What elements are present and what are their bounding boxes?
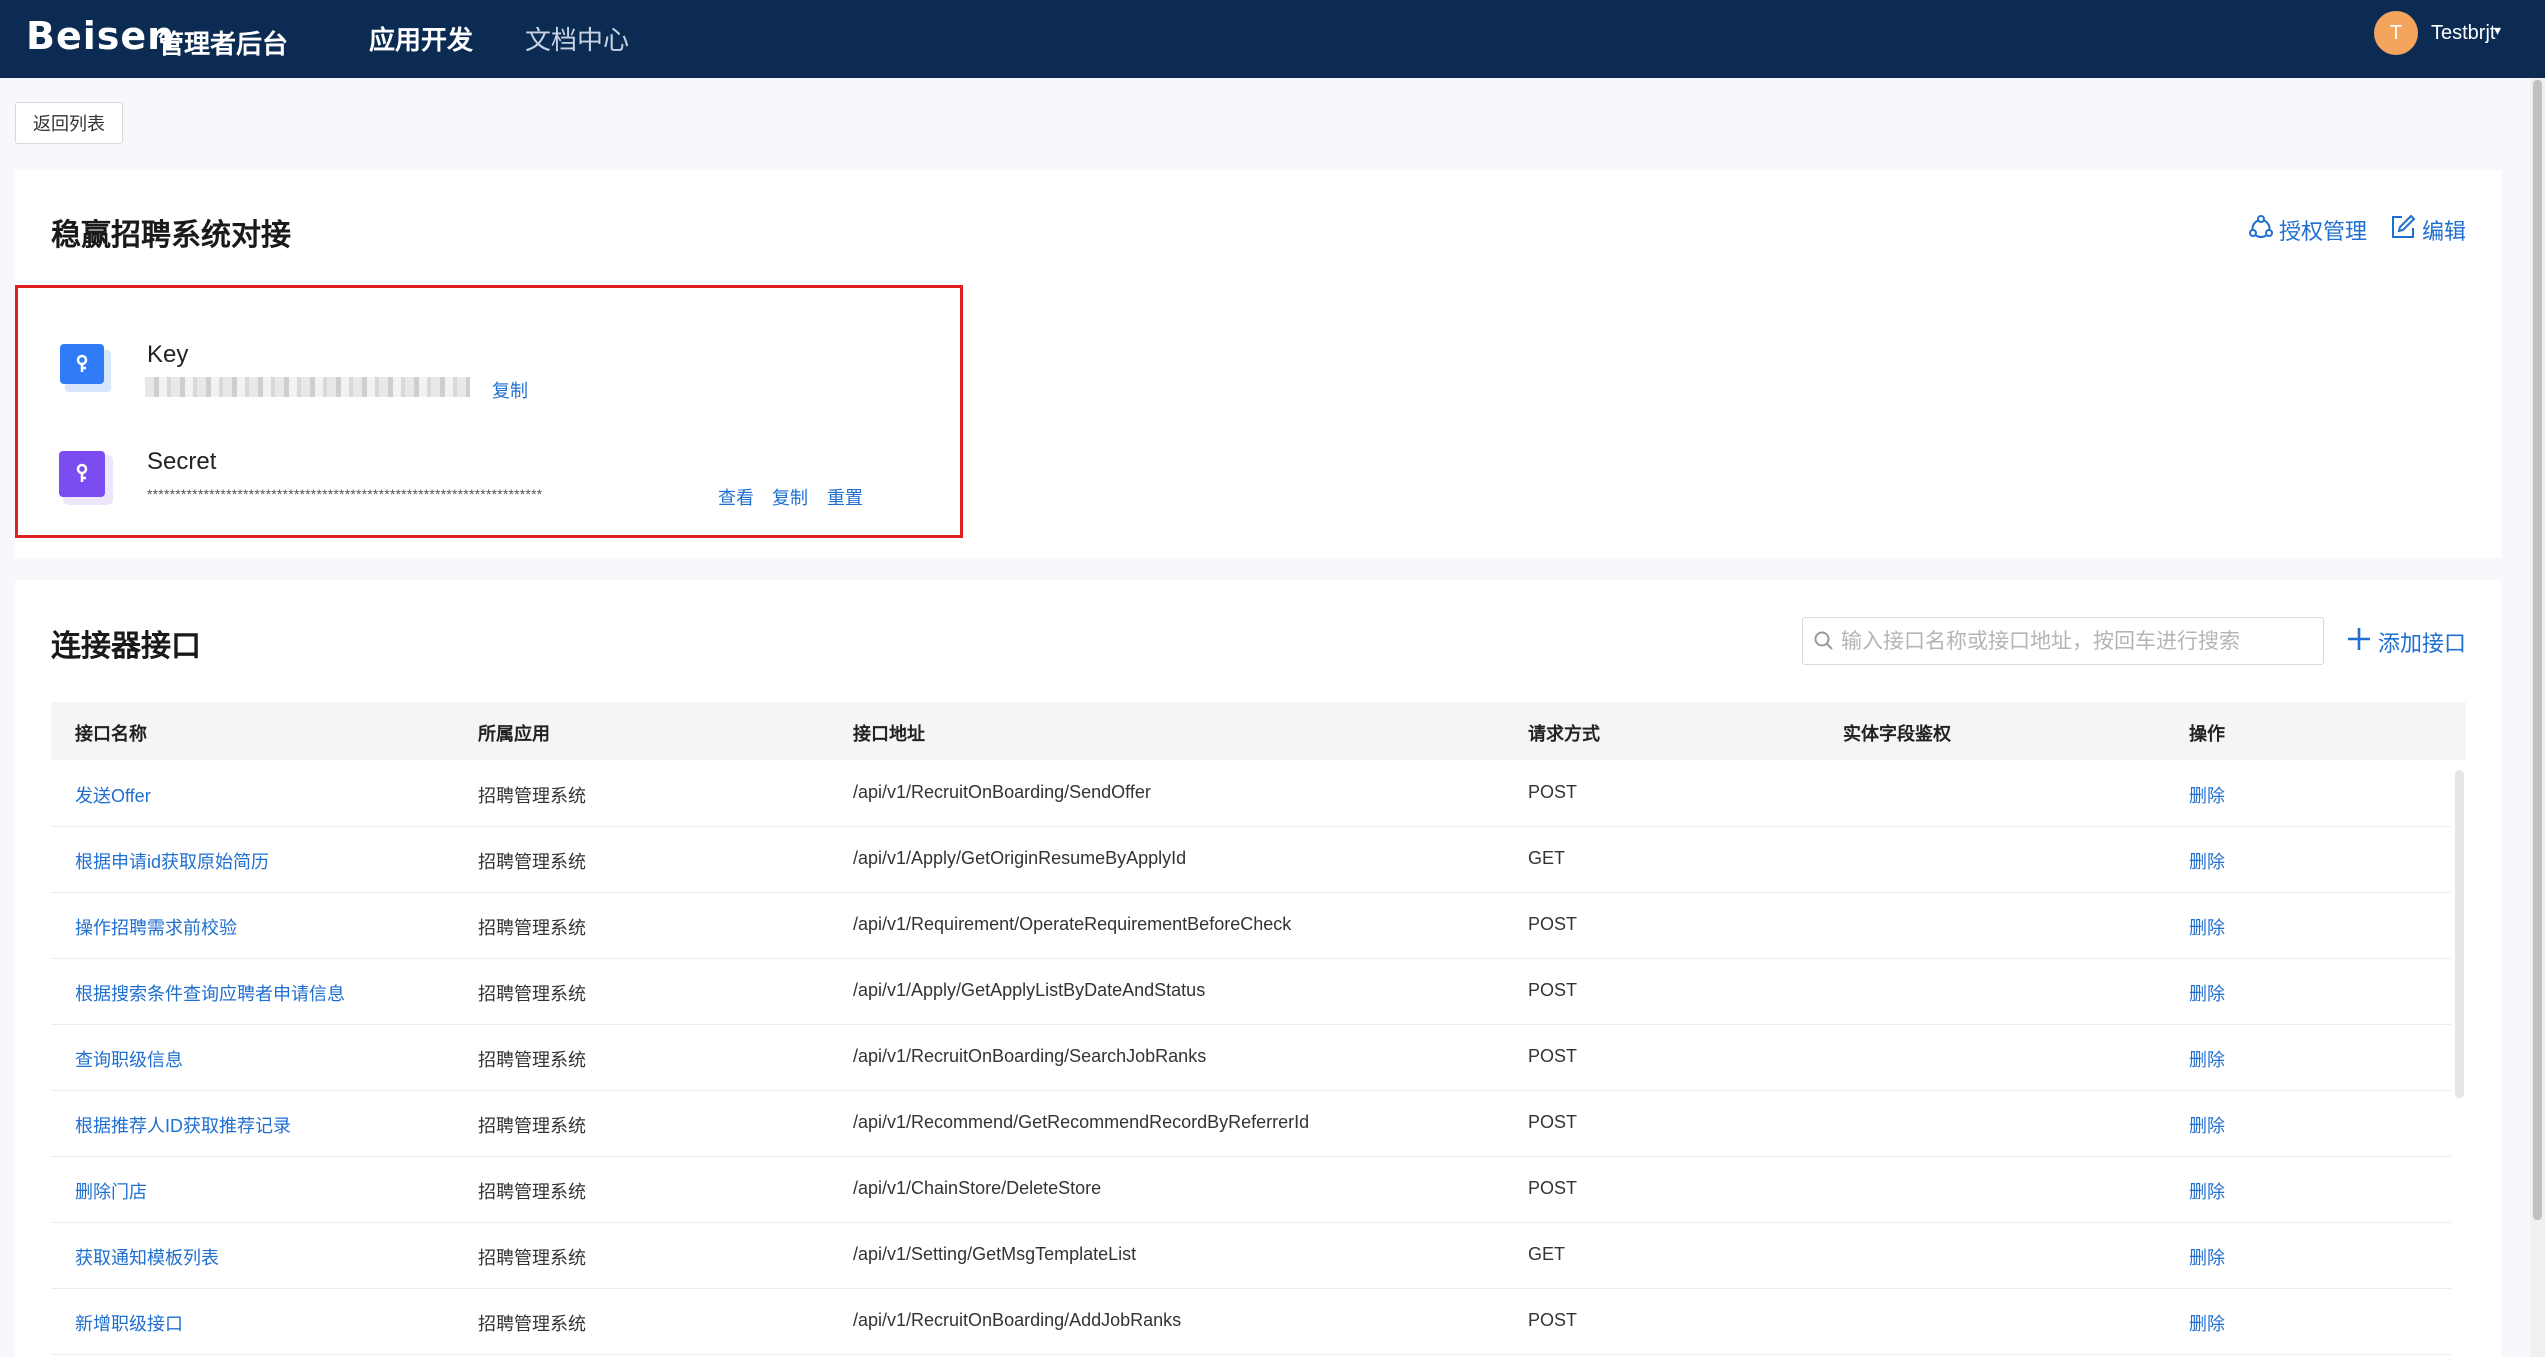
interface-app: 招聘管理系统 <box>478 852 586 872</box>
table-header: 接口名称 所属应用 接口地址 请求方式 实体字段鉴权 操作 <box>51 702 2466 760</box>
edit-label: 编辑 <box>2422 219 2467 244</box>
delete-link[interactable]: 删除 <box>2189 1046 2225 1072</box>
interface-app: 招聘管理系统 <box>478 1050 586 1070</box>
table-row: 新增职级接口 招聘管理系统 /api/v1/RecruitOnBoarding/… <box>51 1288 2451 1355</box>
col-header-path[interactable]: 接口地址 <box>853 720 925 746</box>
col-header-app[interactable]: 所属应用 <box>478 720 550 746</box>
key-icon <box>57 338 115 396</box>
interface-method: POST <box>1528 782 1578 802</box>
connector-title: 连接器接口 <box>51 630 201 663</box>
delete-link[interactable]: 删除 <box>2189 848 2225 874</box>
interface-name-link[interactable]: 操作招聘需求前校验 <box>75 914 237 940</box>
interface-path: /api/v1/Setting/GetMsgTemplateList <box>853 1244 1137 1264</box>
interface-name-link[interactable]: 根据推荐人ID获取推荐记录 <box>75 1112 291 1138</box>
interface-path: /api/v1/Apply/GetApplyListByDateAndStatu… <box>853 980 1206 1000</box>
interface-path: /api/v1/RecruitOnBoarding/SendOffer <box>853 782 1151 802</box>
key-copy-link[interactable]: 复制 <box>492 377 528 403</box>
nav-docs[interactable]: 文档中心 <box>525 20 629 57</box>
table-row: 删除门店 招聘管理系统 /api/v1/ChainStore/DeleteSto… <box>51 1156 2451 1223</box>
secret-view-link[interactable]: 查看 <box>718 484 754 510</box>
delete-link[interactable]: 删除 <box>2189 1310 2225 1336</box>
delete-link[interactable]: 删除 <box>2189 1112 2225 1138</box>
username[interactable]: Testbrjt <box>2431 22 2495 45</box>
auth-manage-link[interactable]: 授权管理 <box>2249 214 2367 246</box>
table-scrollbar[interactable] <box>2455 770 2464 1098</box>
nav-app-dev[interactable]: 应用开发 <box>369 20 473 57</box>
back-to-list-button[interactable]: 返回列表 <box>15 102 123 144</box>
interface-method: GET <box>1528 1244 1566 1264</box>
table-row: 根据申请id获取原始简历 招聘管理系统 /api/v1/Apply/GetOri… <box>51 826 2451 893</box>
interface-method: POST <box>1528 914 1578 934</box>
interface-path: /api/v1/RecruitOnBoarding/AddJobRanks <box>853 1310 1182 1330</box>
search-input[interactable] <box>1839 618 2313 666</box>
lock-icon <box>57 449 115 507</box>
interface-name-link[interactable]: 发送Offer <box>75 782 151 808</box>
table-row: 操作招聘需求前校验 招聘管理系统 /api/v1/Requirement/Ope… <box>51 892 2451 959</box>
auth-manage-label: 授权管理 <box>2279 219 2368 244</box>
edit-link[interactable]: 编辑 <box>2390 214 2466 246</box>
interface-app: 招聘管理系统 <box>478 918 586 938</box>
delete-link[interactable]: 删除 <box>2189 782 2225 808</box>
interface-path: /api/v1/ChainStore/DeleteStore <box>853 1178 1102 1198</box>
share-nodes-icon <box>2249 215 2273 245</box>
interface-path: /api/v1/Requirement/OperateRequirementBe… <box>853 914 1292 934</box>
delete-link[interactable]: 删除 <box>2189 914 2225 940</box>
search-icon <box>1813 630 1835 657</box>
app-title: 稳赢招聘系统对接 <box>51 219 291 252</box>
col-header-name[interactable]: 接口名称 <box>75 720 147 746</box>
table-row: 获取通知模板列表 招聘管理系统 /api/v1/Setting/GetMsgTe… <box>51 1222 2451 1289</box>
interface-app: 招聘管理系统 <box>478 984 586 1004</box>
interface-app: 招聘管理系统 <box>478 1314 586 1334</box>
edit-icon <box>2390 214 2416 246</box>
interface-method: POST <box>1528 980 1578 1000</box>
add-interface-button[interactable]: 添加接口 <box>2346 626 2466 658</box>
delete-link[interactable]: 删除 <box>2189 1178 2225 1204</box>
col-header-auth[interactable]: 实体字段鉴权 <box>1843 720 1951 746</box>
secret-reset-link[interactable]: 重置 <box>827 484 863 510</box>
interface-method: GET <box>1528 848 1566 868</box>
avatar[interactable]: T <box>2374 11 2418 55</box>
interface-app: 招聘管理系统 <box>478 786 586 806</box>
interface-path: /api/v1/RecruitOnBoarding/SearchJobRanks <box>853 1046 1207 1066</box>
interface-path: /api/v1/Recommend/GetRecommendRecordByRe… <box>853 1112 1310 1132</box>
secret-value-masked: ****************************************… <box>147 486 543 502</box>
plus-icon <box>2346 626 2372 658</box>
col-header-action[interactable]: 操作 <box>2189 720 2225 746</box>
interface-name-link[interactable]: 获取通知模板列表 <box>75 1244 219 1270</box>
brand-logo[interactable]: Beisen <box>26 14 175 58</box>
table-row: 查询职级信息 招聘管理系统 /api/v1/RecruitOnBoarding/… <box>51 1024 2451 1091</box>
top-nav-bar: Beisen 管理者后台 应用开发 文档中心 T Testbrjt ▾ <box>0 0 2545 78</box>
secret-label: Secret <box>147 448 217 475</box>
chevron-down-icon[interactable]: ▾ <box>2494 22 2501 39</box>
key-value-blurred <box>145 377 470 397</box>
interface-app: 招聘管理系统 <box>478 1182 586 1202</box>
delete-link[interactable]: 删除 <box>2189 980 2225 1006</box>
interface-method: POST <box>1528 1178 1578 1198</box>
interface-method: POST <box>1528 1046 1578 1066</box>
table-row: 根据推荐人ID获取推荐记录 招聘管理系统 /api/v1/Recommend/G… <box>51 1090 2451 1157</box>
key-label: Key <box>147 341 189 368</box>
brand-subtitle: 管理者后台 <box>158 29 289 59</box>
interface-app: 招聘管理系统 <box>478 1116 586 1136</box>
interface-name-link[interactable]: 查询职级信息 <box>75 1046 183 1072</box>
interface-name-link[interactable]: 删除门店 <box>75 1178 147 1204</box>
interface-name-link[interactable]: 新增职级接口 <box>75 1310 183 1336</box>
interface-method: POST <box>1528 1112 1578 1132</box>
secret-copy-link[interactable]: 复制 <box>772 484 808 510</box>
col-header-method[interactable]: 请求方式 <box>1528 720 1600 746</box>
interface-path: /api/v1/Apply/GetOriginResumeByApplyId <box>853 848 1187 868</box>
interface-name-link[interactable]: 根据申请id获取原始简历 <box>75 848 269 874</box>
interface-method: POST <box>1528 1310 1578 1330</box>
table-row: 根据搜索条件查询应聘者申请信息 招聘管理系统 /api/v1/Apply/Get… <box>51 958 2451 1025</box>
page-scrollbar-thumb[interactable] <box>2533 80 2542 1220</box>
search-box[interactable] <box>1802 617 2324 666</box>
table-row: 发送Offer 招聘管理系统 /api/v1/RecruitOnBoarding… <box>51 760 2451 827</box>
add-interface-label: 添加接口 <box>2378 631 2467 656</box>
interface-app: 招聘管理系统 <box>478 1248 586 1268</box>
interface-name-link[interactable]: 根据搜索条件查询应聘者申请信息 <box>75 980 345 1006</box>
delete-link[interactable]: 删除 <box>2189 1244 2225 1270</box>
